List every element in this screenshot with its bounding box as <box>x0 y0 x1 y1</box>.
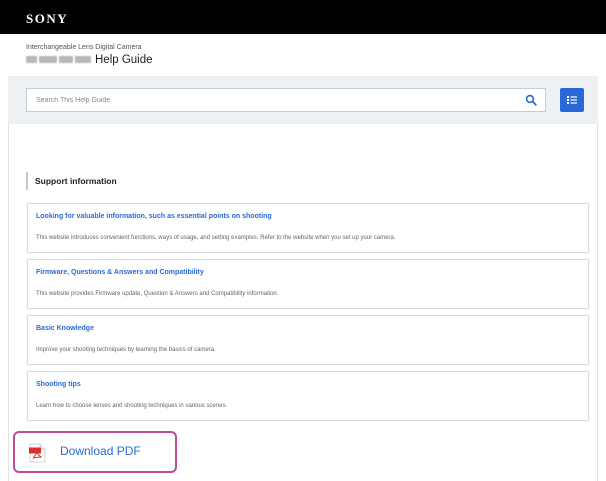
top-bar: SONY <box>0 0 606 34</box>
brand-logo[interactable]: SONY <box>26 11 68 27</box>
model-name-redacted <box>75 56 91 64</box>
card-title-link[interactable]: Basic Knowledge <box>36 325 94 332</box>
download-pdf-label[interactable]: Download PDF <box>60 444 141 458</box>
support-card-shooting-info[interactable]: Looking for valuable information, such a… <box>27 203 589 253</box>
card-description: This website introduces convenient funct… <box>36 235 396 241</box>
product-subtitle: Interchangeable Lens Digital Camera <box>26 44 142 51</box>
search-icon[interactable] <box>525 94 537 106</box>
support-card-shooting-tips[interactable]: Shooting tips Learn how to choose lenses… <box>27 371 589 421</box>
model-name-redacted <box>59 56 73 64</box>
support-card-basic-knowledge[interactable]: Basic Knowledge Improve your shooting te… <box>27 315 589 365</box>
page-header: Interchangeable Lens Digital Camera Help… <box>0 34 606 76</box>
search-input[interactable] <box>36 93 516 107</box>
card-description: This website provides Firmware update, Q… <box>36 291 279 297</box>
model-name-redacted <box>39 56 57 64</box>
card-title-link[interactable]: Looking for valuable information, such a… <box>36 213 272 220</box>
card-title-link[interactable]: Firmware, Questions & Answers and Compat… <box>36 269 204 276</box>
search-bar <box>8 76 598 124</box>
card-description: Learn how to choose lenses and shooting … <box>36 403 228 409</box>
download-pdf-link[interactable]: Download PDF <box>13 431 177 473</box>
section-heading: Support information <box>26 172 117 190</box>
guide-title: Help Guide <box>26 54 153 66</box>
model-name-redacted <box>26 56 37 64</box>
card-title-link[interactable]: Shooting tips <box>36 381 81 388</box>
pdf-file-icon <box>29 443 46 463</box>
list-icon <box>567 96 577 104</box>
toc-button[interactable] <box>560 88 584 112</box>
support-card-firmware[interactable]: Firmware, Questions & Answers and Compat… <box>27 259 589 309</box>
card-description: Improve your shooting techniques by lear… <box>36 347 216 353</box>
search-box[interactable] <box>26 88 546 112</box>
guide-title-text: Help Guide <box>95 54 153 66</box>
